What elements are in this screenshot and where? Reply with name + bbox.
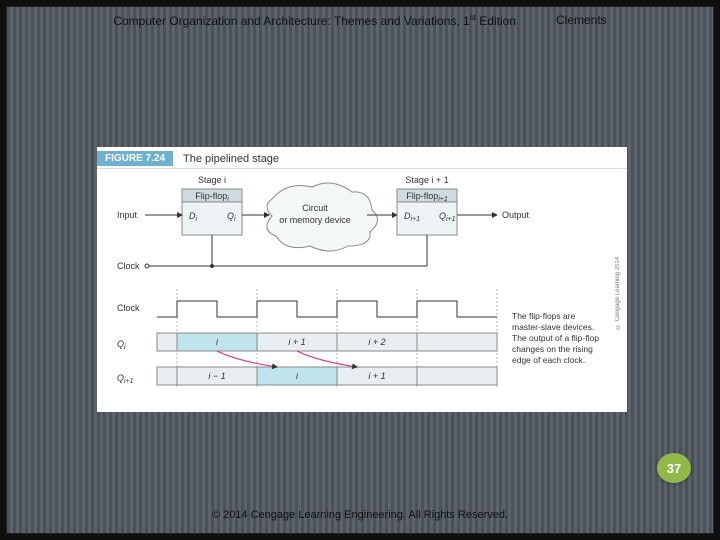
title-tail: Edition [476,14,516,28]
qi-seg-i1: i + 1 [288,337,305,347]
author-name: Clements [556,13,607,28]
figure-credit: © Cengage Learning 2014 [615,177,625,408]
figure-header: FIGURE 7.24 The pipelined stage [97,147,627,169]
clock-waveform [157,301,497,317]
timing-diagram: Clock Qi i i + 1 i + 2 Qi+1 i − 1 [117,289,599,389]
note-l5: edge of each clock. [512,355,585,365]
label-stage-i: Stage i [198,175,226,185]
label-output: Output [502,210,530,220]
slide-frame: Computer Organization and Architecture: … [6,6,714,534]
page-number-badge: 37 [657,453,691,483]
figure-caption: The pipelined stage [183,153,279,165]
label-clock-wave: Clock [117,303,140,313]
label-qi1-wave: Qi+1 [117,373,134,385]
copyright-footer: © 2014 Cengage Learning Engineering. All… [7,509,713,521]
note-l3: The output of a flip-flop [512,333,599,343]
cloud-line2: or memory device [279,215,351,225]
figure-tag: FIGURE 7.24 [97,151,173,166]
qi1-seg-i1: i + 1 [368,371,385,381]
note-l4: changes on the rising [512,344,593,354]
figure-diagram: Stage i Stage i + 1 Flip-flopi Di Qi Inp… [97,169,617,409]
label-stage-i1: Stage i + 1 [405,175,448,185]
label-qi-wave: Qi [117,339,126,351]
slide-header: Computer Organization and Architecture: … [7,13,713,28]
note-l2: master-slave devices. [512,322,594,332]
label-input: Input [117,210,138,220]
figure-container: FIGURE 7.24 The pipelined stage Stage i … [97,147,627,412]
book-title: Computer Organization and Architecture: … [113,13,516,28]
cloud-line1: Circuit [302,203,328,213]
qi1-seg-im1: i − 1 [208,371,225,381]
qi-seg-i2: i + 2 [368,337,385,347]
title-main: Computer Organization and Architecture: … [113,14,469,28]
label-clock-top: Clock [117,261,140,271]
note-l1: The flip-flops are [512,311,576,321]
